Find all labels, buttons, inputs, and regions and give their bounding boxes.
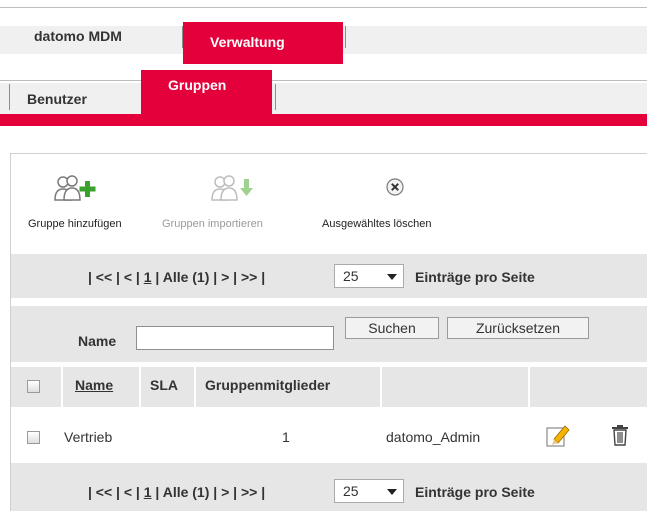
- pager-current-page[interactable]: 1: [144, 269, 152, 285]
- column-header-sla: SLA: [150, 377, 178, 393]
- row-name: Vertrieb: [64, 429, 113, 445]
- tab-benutzer[interactable]: Benutzer: [10, 84, 140, 114]
- pager-bottom[interactable]: | << | < | 1 | Alle (1) | > | >> |: [88, 484, 265, 500]
- pager-nav-links[interactable]: | Alle (1) | > | >> |: [152, 269, 265, 285]
- top-tab-bar: datomo MDM Verwaltung: [0, 0, 647, 64]
- delete-selected-label[interactable]: Ausgewähltes löschen: [322, 218, 431, 230]
- header-cell-name[interactable]: Name: [63, 367, 139, 407]
- add-group-icon[interactable]: [52, 173, 102, 203]
- pager-nav-links[interactable]: | << | < |: [88, 269, 144, 285]
- per-page-select[interactable]: 25: [334, 479, 404, 503]
- chevron-down-icon: [387, 274, 397, 280]
- header-cell-members: Gruppenmitglieder: [196, 367, 380, 407]
- edit-icon[interactable]: [545, 422, 571, 448]
- tab-label: Verwaltung: [210, 34, 285, 50]
- header-cell-actions: [530, 367, 647, 407]
- add-group-label[interactable]: Gruppe hinzufügen: [28, 218, 122, 230]
- top-tab-rule: [0, 7, 647, 8]
- search-name-label: Name: [78, 333, 117, 349]
- pager-current-page[interactable]: 1: [144, 484, 152, 500]
- per-page-value: 25: [343, 268, 359, 284]
- tab-label: Gruppen: [168, 77, 227, 93]
- pager-nav-links[interactable]: | << | < |: [88, 484, 144, 500]
- per-page-label: Einträge pro Seite: [415, 269, 535, 285]
- tab-separator: [345, 26, 346, 48]
- per-page-select[interactable]: 25: [334, 264, 404, 288]
- delete-selected-icon[interactable]: [385, 177, 405, 197]
- import-groups-label: Gruppen importieren: [162, 218, 263, 230]
- select-all-checkbox[interactable]: [27, 380, 40, 393]
- search-button[interactable]: Suchen: [345, 317, 439, 339]
- pager-top[interactable]: | << | < | 1 | Alle (1) | > | >> |: [88, 269, 265, 285]
- row-owner: datomo_Admin: [386, 429, 481, 445]
- header-cell-owner: [382, 367, 528, 407]
- row-members: 1: [282, 429, 290, 445]
- tab-gruppen[interactable]: Gruppen: [141, 70, 272, 114]
- per-page-value: 25: [343, 483, 359, 499]
- header-cell-select: [11, 367, 61, 407]
- tab-verwaltung[interactable]: Verwaltung: [183, 22, 343, 64]
- chevron-down-icon: [387, 489, 397, 495]
- header-cell-sla: SLA: [141, 367, 194, 407]
- column-header-name[interactable]: Name: [75, 377, 113, 393]
- tab-label: datomo MDM: [34, 28, 122, 44]
- reset-button[interactable]: Zurücksetzen: [447, 317, 589, 339]
- pager-nav-links[interactable]: | Alle (1) | > | >> |: [152, 484, 265, 500]
- content-frame-line: [10, 153, 647, 154]
- column-header-members: Gruppenmitglieder: [205, 377, 331, 393]
- row-select-checkbox[interactable]: [27, 431, 40, 444]
- sub-tab-rule: [0, 80, 647, 81]
- table-row[interactable]: Vertrieb 1 datomo_Admin: [11, 407, 647, 455]
- sub-tab-bar: Benutzer Gruppen: [0, 64, 647, 114]
- import-groups-icon: [209, 173, 259, 203]
- search-name-input[interactable]: [136, 326, 334, 350]
- tab-separator: [275, 84, 276, 110]
- tab-label: Benutzer: [27, 91, 87, 107]
- per-page-label: Einträge pro Seite: [415, 484, 535, 500]
- trash-icon[interactable]: [611, 424, 629, 446]
- header-red-bar: [0, 114, 647, 126]
- tab-datomo-mdm[interactable]: datomo MDM: [10, 22, 182, 54]
